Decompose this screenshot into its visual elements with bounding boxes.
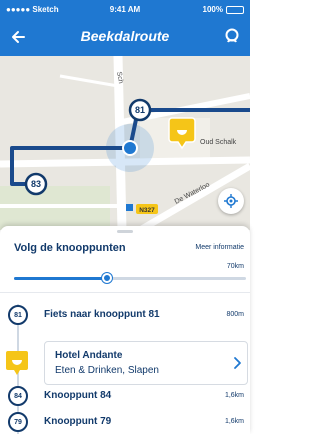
node-badge-79: 79: [8, 412, 28, 432]
map-node-81[interactable]: 81: [128, 98, 152, 122]
parking-icon: [126, 204, 133, 211]
route-step-distance: 1,6km: [224, 418, 244, 425]
navigation-bar: Beekdalroute: [0, 22, 250, 52]
map-canvas[interactable]: 81 83 Sch Oud Schalk De Waterloo N327: [0, 56, 250, 230]
page-title: Beekdalroute: [80, 28, 170, 44]
map-view[interactable]: 81 83 Sch Oud Schalk De Waterloo N327: [0, 56, 250, 230]
sheet-drag-handle[interactable]: [117, 230, 133, 233]
node-badge-84: 84: [8, 386, 28, 406]
route-progress-slider[interactable]: [14, 277, 246, 280]
locate-me-button[interactable]: [218, 188, 244, 214]
route-progress-fill: [14, 277, 107, 280]
top-bar: ●●●●● Sketch 9:41 AM 100% Beekdalroute: [0, 0, 250, 56]
chevron-right-icon: [234, 357, 241, 369]
route-step-label: Knooppunt 84: [44, 390, 112, 401]
svg-text:N327: N327: [139, 207, 155, 214]
poi-card-hotel[interactable]: Hotel Andante Eten & Drinken, Slapen: [44, 341, 248, 385]
map-street-label-oud-schalk: Oud Schalk: [200, 139, 237, 146]
route-step-distance: 800m: [226, 311, 244, 318]
svg-text:81: 81: [135, 105, 145, 115]
route-step-distance: 1,6km: [224, 392, 244, 399]
poi-pin-icon: [6, 351, 28, 375]
route-step-label: Knooppunt 79: [44, 416, 112, 427]
total-distance: 70km: [226, 263, 244, 270]
battery-icon: [226, 5, 244, 14]
search-icon[interactable]: [222, 26, 244, 48]
poi-category: Eten & Drinken, Slapen: [55, 365, 159, 376]
poi-name: Hotel Andante: [55, 350, 123, 361]
status-bar: ●●●●● Sketch 9:41 AM 100%: [0, 0, 250, 18]
node-badge-81: 81: [8, 305, 28, 325]
svg-text:83: 83: [31, 179, 41, 189]
route-sheet: Volg de knooppunten Meer informatie 70km…: [0, 226, 250, 434]
battery-percent: 100%: [202, 5, 223, 14]
road-badge: N327: [136, 204, 158, 214]
sheet-divider: [0, 292, 250, 293]
battery-indicator: 100%: [203, 5, 244, 14]
crosshair-icon: [224, 194, 238, 208]
sheet-title: Volg de knooppunten: [14, 242, 126, 254]
more-info-link[interactable]: Meer informatie: [195, 244, 244, 251]
route-progress-thumb[interactable]: [101, 273, 112, 283]
route-step-label: Fiets naar knooppunt 81: [44, 309, 160, 320]
map-node-83[interactable]: 83: [24, 172, 48, 196]
